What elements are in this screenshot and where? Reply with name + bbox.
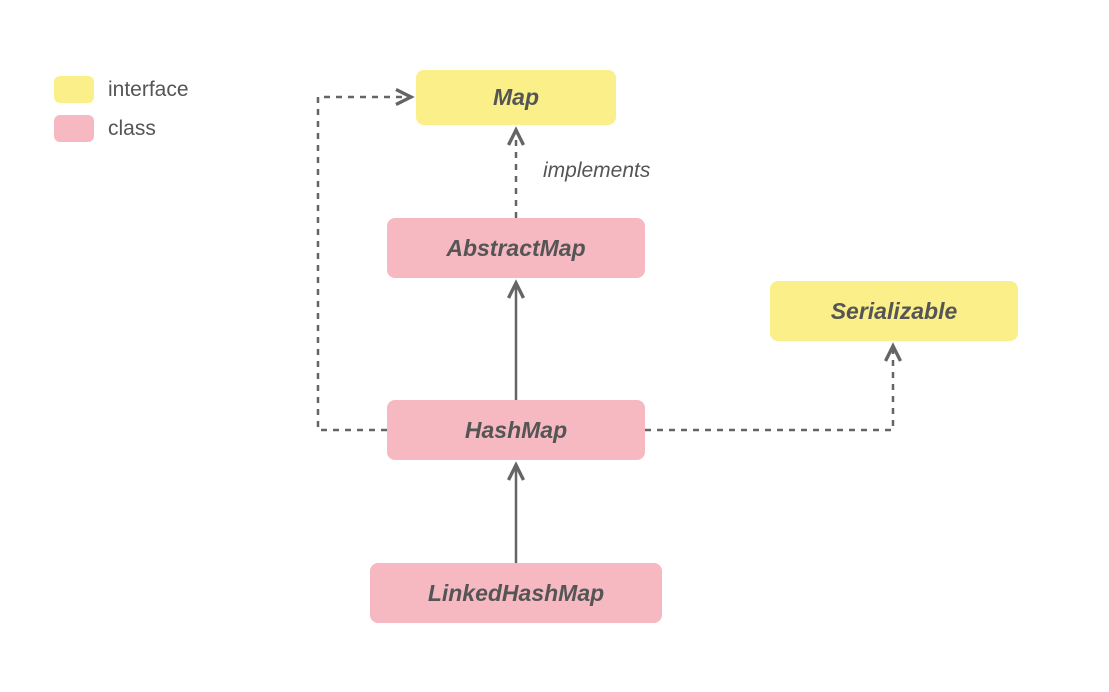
node-hashmap: HashMap — [387, 400, 645, 460]
node-linkedhashmap-label: LinkedHashMap — [428, 580, 604, 607]
legend-row-class: class — [54, 115, 189, 142]
edge-hashmap-to-serializable — [645, 346, 893, 430]
node-linkedhashmap: LinkedHashMap — [370, 563, 662, 623]
legend-label-class: class — [108, 117, 156, 141]
legend-swatch-interface — [54, 76, 94, 103]
legend-row-interface: interface — [54, 76, 189, 103]
legend-label-interface: interface — [108, 78, 189, 102]
node-serializable-label: Serializable — [831, 298, 958, 325]
node-map-label: Map — [493, 84, 539, 111]
node-hashmap-label: HashMap — [465, 417, 567, 444]
legend-swatch-class — [54, 115, 94, 142]
node-map: Map — [416, 70, 616, 125]
legend: interface class — [54, 76, 189, 154]
node-abstractmap-label: AbstractMap — [446, 235, 585, 262]
node-serializable: Serializable — [770, 281, 1018, 341]
node-abstractmap: AbstractMap — [387, 218, 645, 278]
edge-label-implements: implements — [543, 159, 650, 183]
